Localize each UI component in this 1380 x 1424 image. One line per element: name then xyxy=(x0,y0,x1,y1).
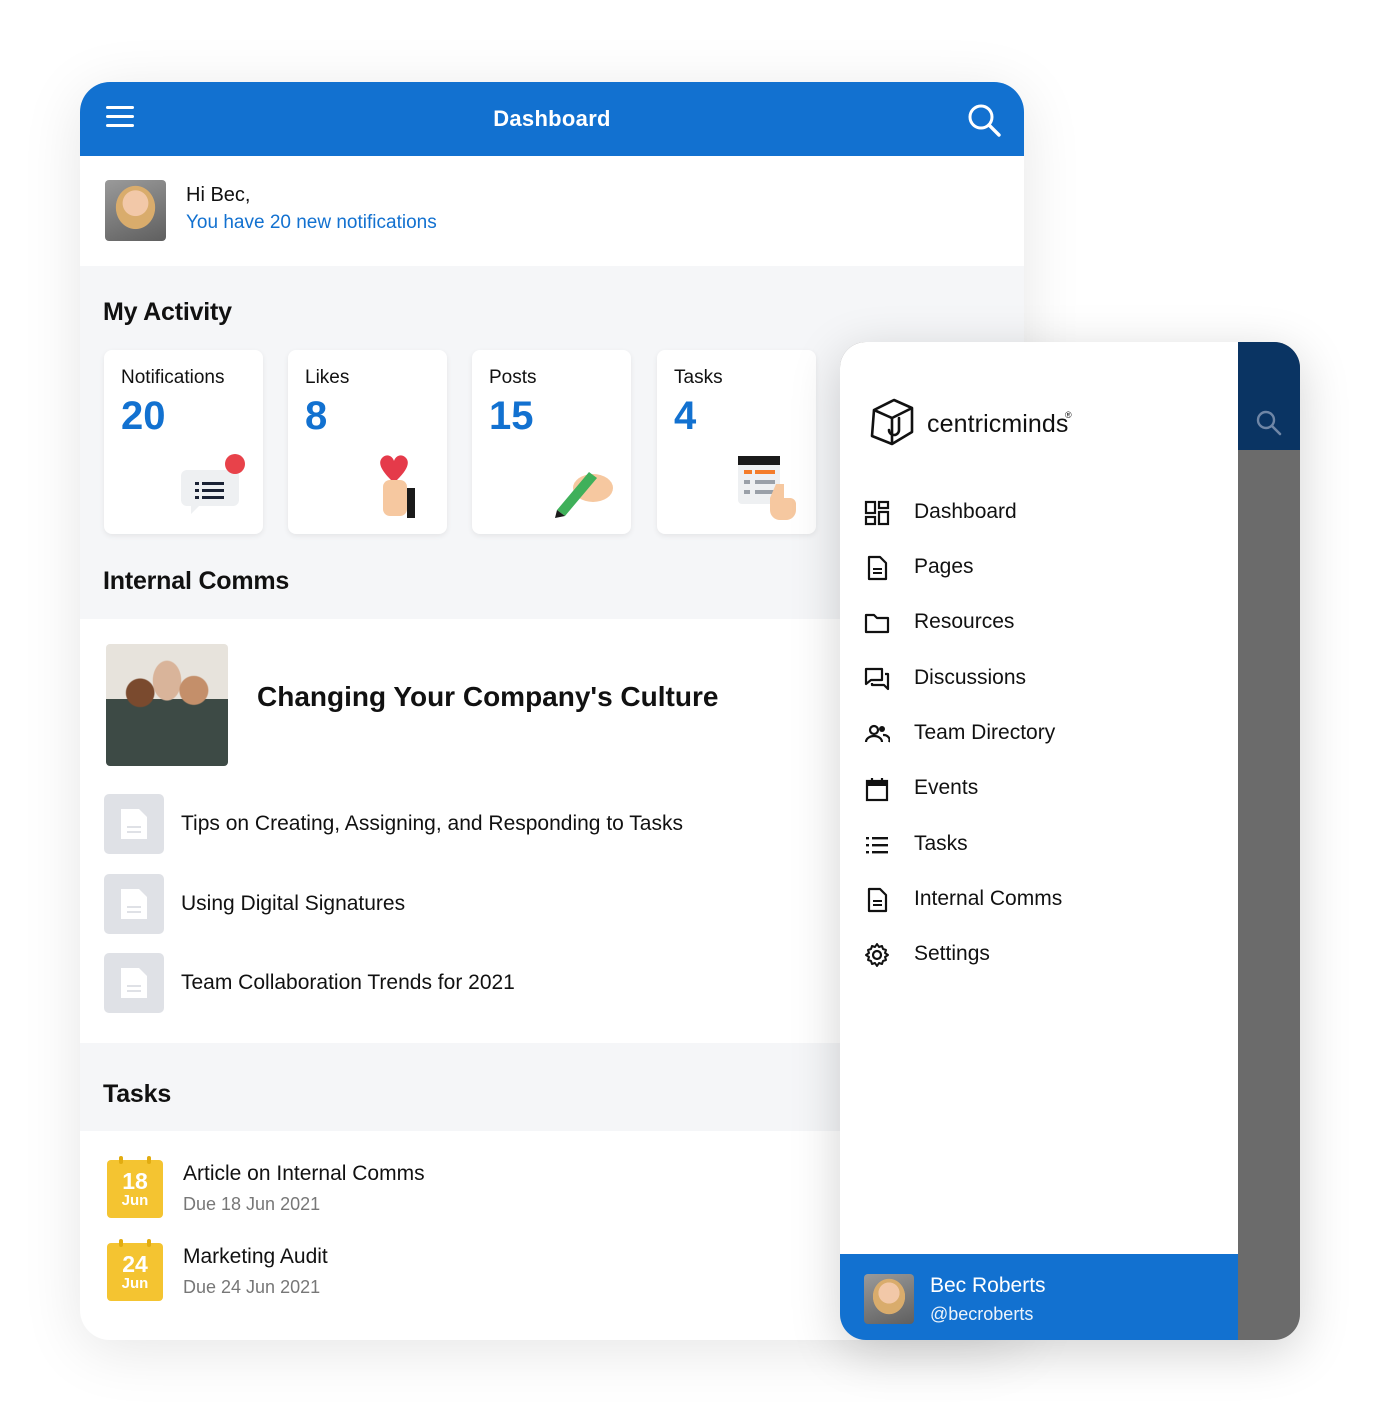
dashboard-icon xyxy=(864,500,890,526)
card-value: 4 xyxy=(674,394,697,438)
nav-label: Dashboard xyxy=(914,500,1017,523)
task-item[interactable]: 18 Jun Article on Internal Comms Due 18 … xyxy=(107,1156,807,1220)
greeting-text: Hi Bec, xyxy=(186,184,251,206)
featured-article-image[interactable] xyxy=(106,644,228,766)
cube-logo-icon xyxy=(870,398,914,446)
task-item[interactable]: 24 Jun Marketing Audit Due 24 Jun 2021 xyxy=(107,1239,807,1303)
brand-name: centricminds xyxy=(927,410,1069,438)
task-day: 18 xyxy=(122,1168,148,1194)
card-label: Notifications xyxy=(121,367,225,388)
nav-label: Discussions xyxy=(914,666,1027,689)
document-icon xyxy=(104,874,164,934)
nav-label: Events xyxy=(914,776,979,799)
checklist-hand-icon xyxy=(738,456,796,520)
list-item[interactable]: Using Digital Signatures xyxy=(104,874,864,934)
nav-item-tasks[interactable]: Tasks xyxy=(864,824,1214,864)
list-item[interactable]: Team Collaboration Trends for 2021 xyxy=(104,953,864,1013)
card-label: Likes xyxy=(305,367,350,388)
article-title: Tips on Creating, Assigning, and Respond… xyxy=(181,812,683,835)
calendar-badge-icon: 24 Jun xyxy=(107,1239,163,1301)
search-icon[interactable] xyxy=(966,102,1002,138)
card-value: 20 xyxy=(121,394,166,438)
task-month: Jun xyxy=(121,1192,149,1209)
task-month: Jun xyxy=(121,1275,149,1292)
card-label: Tasks xyxy=(674,367,723,388)
tasks-heading: Tasks xyxy=(103,1080,172,1108)
activity-card-likes[interactable]: Likes 8 xyxy=(288,350,447,534)
nav-label: Internal Comms xyxy=(914,887,1063,910)
nav-item-internal-comms[interactable]: Internal Comms xyxy=(864,879,1214,919)
document-icon xyxy=(104,953,164,1013)
nav-item-settings[interactable]: Settings xyxy=(864,934,1214,974)
internal-comms-heading: Internal Comms xyxy=(103,567,290,595)
document-icon xyxy=(104,794,164,854)
gear-icon xyxy=(865,943,889,967)
my-activity-heading: My Activity xyxy=(103,298,232,326)
article-title: Using Digital Signatures xyxy=(181,892,406,915)
app-bar: Dashboard xyxy=(80,82,1024,156)
page-icon xyxy=(867,555,888,581)
navigation-drawer: centricminds ® Dashboard Pages Resources… xyxy=(840,342,1238,1340)
nav-item-resources[interactable]: Resources xyxy=(864,602,1214,642)
nav-item-pages[interactable]: Pages xyxy=(864,547,1214,587)
nav-label: Settings xyxy=(914,942,990,965)
nav-item-team-directory[interactable]: Team Directory xyxy=(864,713,1214,753)
profile-name: Bec Roberts xyxy=(930,1274,1046,1297)
nav-label: Team Directory xyxy=(914,721,1056,744)
task-day: 24 xyxy=(122,1251,148,1277)
greeting-panel: Hi Bec, You have 20 new notifications xyxy=(80,156,1024,266)
card-value: 15 xyxy=(489,394,534,438)
chat-notification-icon xyxy=(181,454,245,514)
card-label: Posts xyxy=(489,367,537,388)
brand-logo: centricminds ® xyxy=(864,396,1164,450)
avatar xyxy=(864,1274,914,1324)
activity-card-notifications[interactable]: Notifications 20 xyxy=(104,350,263,534)
list-item[interactable]: Tips on Creating, Assigning, and Respond… xyxy=(104,794,864,854)
task-due-date: Due 24 Jun 2021 xyxy=(183,1277,321,1297)
profile-footer[interactable]: Bec Roberts @becroberts xyxy=(840,1254,1238,1340)
discussion-icon xyxy=(864,667,890,691)
list-icon xyxy=(866,837,888,854)
nav-label: Resources xyxy=(914,610,1015,633)
nav-item-discussions[interactable]: Discussions xyxy=(864,658,1214,698)
activity-card-posts[interactable]: Posts 15 xyxy=(472,350,631,534)
notifications-link[interactable]: You have 20 new notifications xyxy=(186,212,437,234)
nav-item-dashboard[interactable]: Dashboard xyxy=(864,492,1214,532)
calendar-icon xyxy=(865,778,889,802)
nav-item-events[interactable]: Events xyxy=(864,768,1214,808)
activity-card-tasks[interactable]: Tasks 4 xyxy=(657,350,816,534)
document-icon xyxy=(867,887,888,913)
profile-handle: @becroberts xyxy=(930,1304,1034,1324)
folder-icon xyxy=(864,613,890,634)
nav-label: Tasks xyxy=(914,832,968,855)
avatar[interactable] xyxy=(105,180,166,241)
search-icon xyxy=(1254,408,1284,438)
page-title: Dashboard xyxy=(493,106,611,131)
article-title: Team Collaboration Trends for 2021 xyxy=(181,971,515,994)
task-title: Article on Internal Comms xyxy=(183,1162,425,1185)
task-due-date: Due 18 Jun 2021 xyxy=(183,1194,321,1214)
registered-mark: ® xyxy=(1065,410,1072,420)
nav-label: Pages xyxy=(914,555,974,578)
calendar-badge-icon: 18 Jun xyxy=(107,1156,163,1218)
people-icon xyxy=(864,724,890,743)
task-title: Marketing Audit xyxy=(183,1245,328,1268)
pen-hand-icon xyxy=(555,472,613,518)
drawer-screen: centricminds ® Dashboard Pages Resources… xyxy=(840,342,1300,1340)
heart-hand-icon xyxy=(380,455,415,518)
featured-article-title[interactable]: Changing Your Company's Culture xyxy=(257,681,718,713)
card-value: 8 xyxy=(305,394,328,438)
